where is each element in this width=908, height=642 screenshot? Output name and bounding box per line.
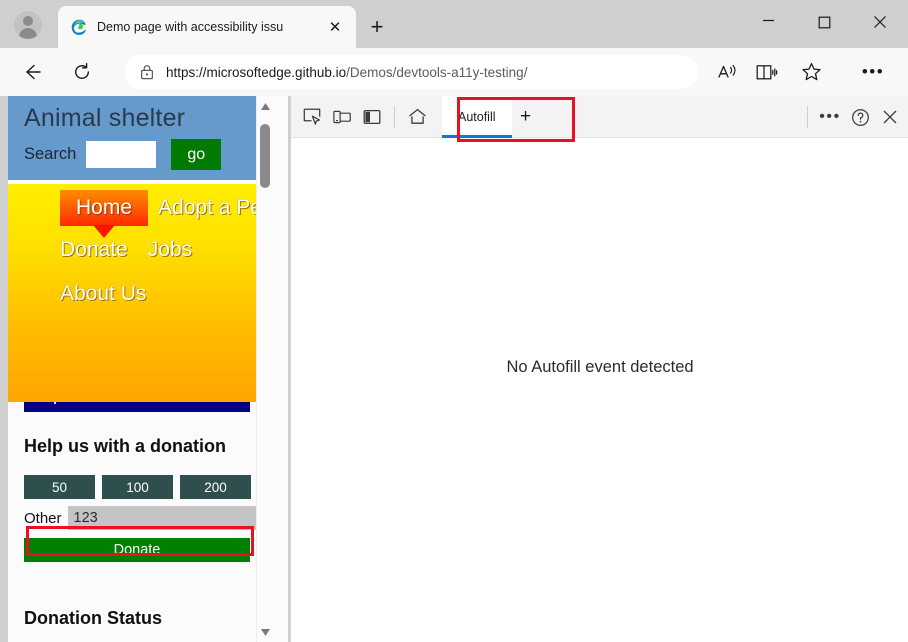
site-nav: Home Adopt a Pet Donate Jobs About Us (8, 184, 272, 402)
url-path: /Demos/devtools-a11y-testing/ (346, 64, 528, 80)
inspect-element-icon (303, 108, 321, 125)
browser-toolbar: https://microsoftedge.github.io/Demos/de… (0, 48, 908, 96)
tab-autofill[interactable]: Autofill (442, 95, 512, 138)
nav-item-home[interactable]: Home (60, 190, 149, 226)
nav-item-jobs[interactable]: Jobs (138, 232, 202, 268)
devtools-toolbar-right: ••• (800, 102, 905, 132)
reload-icon (75, 63, 89, 79)
tab-title: Demo page with accessibility issu (97, 20, 284, 34)
scroll-down-arrow-icon[interactable] (257, 624, 273, 640)
site-header: Animal shelter Search go (8, 96, 272, 180)
other-amount-input[interactable] (67, 506, 261, 530)
add-panel-button[interactable]: + (512, 96, 540, 138)
address-bar-url: https://microsoftedge.github.io/Demos/de… (166, 65, 688, 80)
close-icon (883, 110, 897, 124)
close-window-button[interactable] (852, 0, 908, 44)
edge-logo-icon (71, 19, 86, 35)
scrollbar-thumb[interactable] (260, 124, 270, 188)
reload-button[interactable] (64, 54, 100, 90)
minimize-icon (762, 19, 774, 21)
browser-window: Demo page with accessibility issu ✕ + ht… (0, 0, 908, 642)
inspect-element-button[interactable] (297, 102, 327, 132)
device-emulation-button[interactable] (327, 102, 357, 132)
devtools-tabs: Autofill (442, 95, 512, 138)
browser-settings-more-button[interactable]: ••• (858, 58, 888, 86)
toolbar-divider (807, 106, 808, 128)
page-viewport: Animal shelter Search go Alpacas Home Ad… (8, 96, 288, 642)
amount-button-100[interactable]: 100 (102, 475, 173, 499)
title-bar: Demo page with accessibility issu ✕ + (0, 0, 908, 48)
url-host: https://microsoftedge.github.io (166, 64, 347, 80)
donate-submit-button[interactable]: Donate (24, 538, 250, 562)
maximize-button[interactable] (796, 0, 852, 44)
profile-button[interactable] (12, 9, 44, 41)
search-input[interactable] (86, 141, 157, 168)
window-controls (740, 0, 908, 44)
browser-tab[interactable]: Demo page with accessibility issu ✕ (58, 6, 356, 48)
amount-button-50[interactable]: 50 (24, 475, 95, 499)
devtools-panel: Autofill + ••• No Autofill event detecte… (290, 95, 908, 642)
donation-status-heading: Donation Status (24, 608, 162, 628)
devtools-more-button[interactable]: ••• (815, 102, 845, 132)
help-icon (851, 108, 869, 126)
page-scrollbar[interactable] (256, 96, 272, 642)
site-search: Search go (24, 139, 272, 170)
amount-button-200[interactable]: 200 (180, 475, 251, 499)
devtools-toolbar: Autofill + ••• (291, 95, 908, 138)
nav-row: Donate Jobs (24, 232, 272, 268)
back-button[interactable] (14, 54, 50, 90)
nav-item-about-us[interactable]: About Us (50, 276, 156, 312)
back-arrow-icon (26, 64, 41, 80)
web-page: Animal shelter Search go Alpacas Home Ad… (8, 96, 272, 642)
favorite-button[interactable] (796, 58, 826, 86)
lock-icon (136, 64, 158, 80)
dock-side-button[interactable] (357, 102, 387, 132)
home-icon (408, 108, 426, 124)
nav-row: About Us (24, 276, 272, 312)
read-aloud-button[interactable] (712, 58, 742, 86)
dock-side-icon (363, 109, 381, 124)
minimize-button[interactable] (740, 0, 796, 44)
autofill-panel-body: No Autofill event detected (291, 138, 908, 641)
donation-amount-buttons: 50 100 200 (24, 475, 272, 499)
scroll-up-arrow-icon[interactable] (257, 98, 273, 114)
immersive-reader-icon (756, 64, 778, 79)
search-label: Search (24, 145, 77, 163)
star-icon (801, 62, 821, 81)
other-amount-label: Other (24, 509, 62, 527)
devtools-home-button[interactable] (402, 102, 432, 132)
nav-list: Home Adopt a Pet Donate Jobs About Us (8, 184, 272, 312)
read-aloud-icon (717, 64, 735, 78)
close-icon (874, 16, 886, 28)
site-title: Animal shelter (24, 104, 186, 132)
devtools-help-button[interactable] (845, 102, 875, 132)
toolbar-divider (394, 105, 395, 128)
new-tab-button[interactable]: + (362, 12, 392, 42)
device-emulation-icon (333, 110, 351, 123)
tab-close-icon[interactable]: ✕ (322, 14, 348, 40)
devtools-close-button[interactable] (875, 102, 905, 132)
immersive-reader-button[interactable] (752, 58, 782, 86)
donation-heading: Help us with a donation (24, 436, 226, 456)
donation-section: Help us with a donation 50 100 200 Other… (8, 436, 272, 562)
other-amount-row: Other (24, 506, 261, 530)
search-go-button[interactable]: go (171, 139, 222, 170)
person-avatar-icon (14, 11, 42, 39)
donation-status-section: Donation Status Dogs Cats Farm Animals (8, 608, 272, 642)
address-bar[interactable]: https://microsoftedge.github.io/Demos/de… (124, 55, 698, 89)
autofill-empty-message: No Autofill event detected (506, 358, 694, 376)
maximize-icon (818, 16, 830, 28)
nav-row: Home Adopt a Pet (24, 190, 272, 226)
